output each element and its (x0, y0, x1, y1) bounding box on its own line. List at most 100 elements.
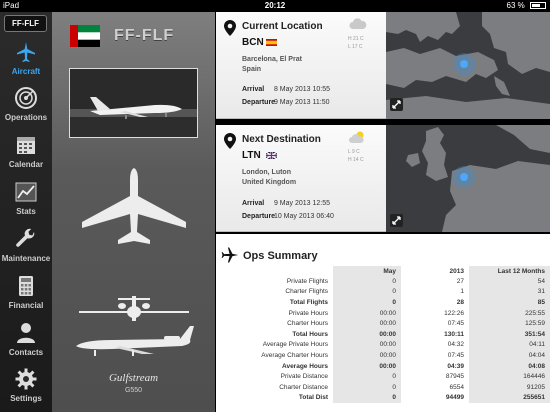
partly-sunny-icon (349, 131, 364, 143)
table-row: Charter Flights 0 1 31 (216, 286, 550, 298)
table-row: Average Private Hours 00:00 04:32 04:11 (216, 339, 550, 351)
table-cell: 04:04 (469, 350, 550, 361)
departure-row: Departure 9 May 2013 11:50 (242, 99, 329, 106)
registration-badge[interactable]: FF-FLF (4, 15, 47, 32)
card-title: Current Location (242, 21, 323, 32)
cloud-icon (349, 18, 367, 29)
sidebar-item-label: Settings (10, 394, 42, 403)
calculator-icon (19, 276, 33, 296)
table-cell: 27 (456, 277, 464, 285)
table-row: Private Hours 00:00 122:26 225:55 (216, 307, 550, 319)
sidebar-item-label: Stats (16, 207, 36, 216)
table-row: Charter Distance 0 6554 91205 (216, 381, 550, 393)
table-cell: 130:11 (444, 330, 464, 338)
battery-icon (530, 2, 546, 9)
sidebar-item-label: Contacts (8, 348, 44, 357)
row-label: Average Hours (282, 362, 328, 370)
table-cell: 164446 (469, 371, 550, 382)
table-cell: 00:00 (333, 350, 401, 361)
row-label: Private Hours (288, 309, 328, 317)
airport-place: London, Luton United Kingdom (242, 168, 296, 188)
aircraft-side-view (76, 326, 194, 356)
sidebar-item-stats[interactable]: Stats (0, 180, 52, 226)
airport-country: Spain (242, 66, 262, 73)
location-pin-icon (224, 133, 236, 149)
table-cell: 04:39 (447, 362, 464, 370)
table-row: Private Flights 0 27 54 (216, 276, 550, 287)
aircraft-photo (69, 68, 198, 138)
aircraft-top-view (82, 168, 186, 244)
table-cell: 00:00 (333, 307, 401, 319)
table-cell: 0 (333, 381, 401, 393)
airplane-icon (221, 247, 239, 263)
uae-flag-icon (70, 25, 100, 47)
table-row: Charter Hours 00:00 07:45 125:59 (216, 318, 550, 329)
table-cell: 07:45 (447, 320, 464, 328)
airport-place: Barcelona, El Prat Spain (242, 55, 302, 75)
expand-icon (392, 100, 401, 109)
table-cell: 04:32 (447, 341, 464, 349)
row-label: Total Hours (292, 330, 328, 338)
sidebar-item-maintenance[interactable]: Maintenance (0, 227, 52, 273)
arrival-row: Arrival 9 May 2013 12:55 (242, 200, 330, 207)
table-cell: 0 (333, 392, 401, 404)
expand-map-button[interactable] (390, 98, 403, 111)
airport-name: London, Luton (242, 169, 291, 176)
table-cell: 54 (469, 276, 550, 287)
sidebar-item-label: Aircraft (11, 67, 41, 76)
sidebar-item-calendar[interactable]: Calendar (0, 133, 52, 179)
departure-label: Departure (242, 213, 276, 220)
spain-flag-icon (266, 39, 277, 46)
sidebar-item-contacts[interactable]: Contacts (0, 321, 52, 367)
gear-icon (15, 368, 37, 390)
location-pin-icon (224, 20, 236, 36)
row-label: Charter Distance (279, 383, 328, 391)
airport-name: Barcelona, El Prat (242, 56, 302, 63)
table-cell: 07:45 (447, 351, 464, 359)
aircraft-front-view (79, 296, 189, 321)
sidebar-item-label: Maintenance (1, 254, 51, 263)
table-row: Total Hours 00:00 130:11 351:54 (216, 328, 550, 340)
aircraft-registration: FF-FLF (114, 27, 175, 44)
arrival-value: 9 May 2013 12:55 (273, 200, 330, 207)
row-label: Private Flights (286, 277, 328, 285)
table-row: Average Hours 00:00 04:39 04:08 (216, 360, 550, 372)
row-label: Private Distance (280, 373, 328, 381)
temp-low: L 9 C (348, 149, 360, 155)
arrival-label: Arrival (242, 86, 265, 93)
current-location-card[interactable]: Current Location BCN Barcelona, El Prat … (216, 12, 386, 119)
sidebar-item-aircraft[interactable]: Aircraft (0, 40, 52, 86)
arrival-label: Arrival (242, 200, 265, 207)
sidebar-item-settings[interactable]: Settings (0, 367, 52, 412)
table-cell: 0 (333, 286, 401, 298)
arrival-row: Arrival 8 May 2013 10:55 (242, 86, 330, 93)
ops-summary-panel: Ops Summary May 2013 Last 12 Months Priv… (216, 234, 550, 412)
table-cell: 04:11 (469, 339, 550, 351)
temp-low: L 17 C (348, 44, 363, 50)
table-cell: 255651 (469, 392, 550, 404)
table-cell: 00:00 (333, 328, 401, 340)
table-cell: 0 (333, 371, 401, 382)
sidebar-item-financial[interactable]: Financial (0, 274, 52, 320)
table-cell: 351:54 (469, 328, 550, 340)
sidebar: FF-FLF Aircraft Operations Calendar Stat… (0, 12, 52, 412)
temp-high: H 21 C (348, 36, 364, 42)
table-cell: 122:26 (444, 309, 464, 317)
table-row: Total Dist 0 94499 255651 (216, 392, 550, 404)
departure-row: Departure 10 May 2013 06:40 (242, 213, 334, 220)
expand-map-button[interactable] (390, 214, 403, 227)
calendar-icon (17, 137, 35, 154)
battery-status: 63 % (507, 0, 546, 12)
departure-label: Departure (242, 99, 276, 106)
chart-icon (15, 182, 37, 202)
next-destination-card[interactable]: Next Destination LTN London, Luton Unite… (216, 125, 386, 232)
card-title: Next Destination (242, 134, 321, 145)
status-bar: iPad 20:12 63 % (0, 0, 550, 12)
map-next-destination[interactable] (386, 125, 550, 232)
sidebar-item-operations[interactable]: Operations (0, 86, 52, 132)
aircraft-maker: Gulfstream (108, 372, 159, 384)
table-cell: 31 (469, 286, 550, 298)
table-cell: 28 (456, 298, 464, 306)
map-current-location[interactable] (386, 12, 550, 119)
ops-table: May 2013 Last 12 Months Private Flights 0… (216, 266, 550, 404)
